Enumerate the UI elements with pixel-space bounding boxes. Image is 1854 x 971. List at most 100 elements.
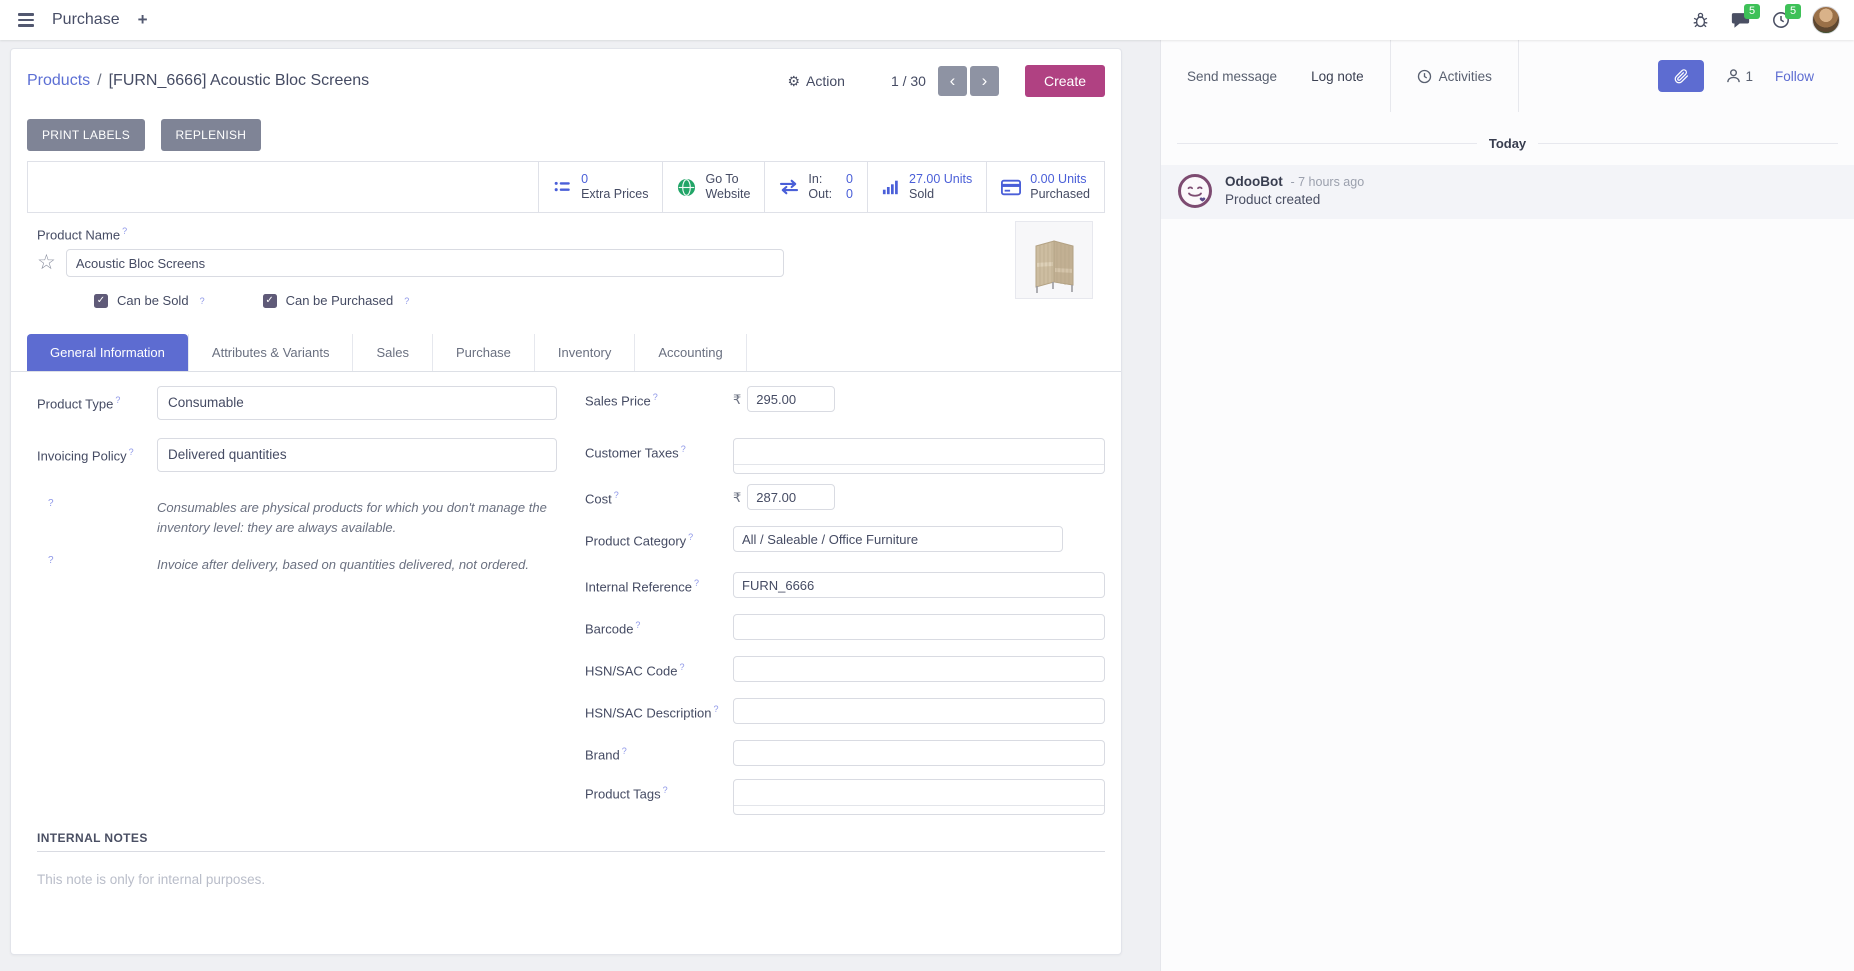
pager-next-button[interactable]: › bbox=[970, 66, 999, 96]
apps-menu-icon[interactable] bbox=[14, 9, 38, 31]
extra-prices-button[interactable]: 0 Extra Prices bbox=[538, 162, 662, 212]
pager-counter: 1 / 30 bbox=[891, 73, 926, 89]
activities-clock-icon[interactable]: 5 bbox=[1772, 11, 1790, 29]
favorite-star-icon[interactable]: ☆ bbox=[37, 253, 56, 273]
sales-price-label: Sales Price? bbox=[585, 386, 733, 408]
tab-accounting[interactable]: Accounting bbox=[635, 334, 746, 371]
message-author[interactable]: OdooBot bbox=[1225, 174, 1283, 189]
product-name-label: Product Name? bbox=[37, 226, 1105, 242]
header-buttons: PRINT LABELS REPLENISH bbox=[11, 111, 1121, 151]
internal-reference-label: Internal Reference? bbox=[585, 572, 733, 594]
units-purchased-label: Purchased bbox=[1030, 187, 1090, 202]
product-name-section: Product Name? ☆ bbox=[11, 213, 1121, 308]
message-body: Product created bbox=[1225, 192, 1364, 207]
out-value: 0 bbox=[846, 187, 853, 202]
log-note-button[interactable]: Log note bbox=[1311, 69, 1364, 84]
send-message-button[interactable]: Send message bbox=[1187, 69, 1277, 84]
help-mark: ? bbox=[404, 296, 409, 306]
units-purchased-value: 0.00 Units bbox=[1030, 172, 1090, 187]
followers-button[interactable]: 1 bbox=[1726, 68, 1753, 84]
product-category-input[interactable] bbox=[733, 526, 1063, 552]
gear-icon: ⚙ bbox=[787, 73, 800, 90]
paperclip-icon bbox=[1674, 69, 1689, 84]
app-title[interactable]: Purchase bbox=[52, 11, 120, 29]
today-divider: Today bbox=[1177, 136, 1838, 151]
hsn-sac-description-label: HSN/SAC Description? bbox=[585, 698, 733, 720]
can-be-sold-checkbox[interactable]: ✓ bbox=[94, 294, 108, 308]
cost-input[interactable] bbox=[747, 484, 835, 510]
can-be-purchased-checkbox[interactable]: ✓ bbox=[263, 294, 277, 308]
invoicing-policy-select[interactable]: Delivered quantities bbox=[157, 438, 557, 472]
out-label: Out: bbox=[808, 187, 832, 202]
tab-inventory[interactable]: Inventory bbox=[535, 334, 635, 371]
help-mark: ? bbox=[37, 555, 157, 575]
barcode-label: Barcode? bbox=[585, 614, 733, 636]
invoicing-policy-label: Invoicing Policy? bbox=[37, 438, 157, 463]
sales-price-input[interactable] bbox=[747, 386, 835, 412]
extra-prices-value: 0 bbox=[581, 172, 648, 187]
units-sold-button[interactable]: 27.00 Units Sold bbox=[867, 162, 986, 212]
product-image[interactable] bbox=[1015, 221, 1093, 299]
attach-files-button[interactable] bbox=[1658, 60, 1704, 92]
hsn-sac-code-input[interactable] bbox=[733, 656, 1105, 682]
product-tags-input[interactable] bbox=[733, 779, 1105, 815]
print-labels-button[interactable]: PRINT LABELS bbox=[27, 119, 145, 151]
barcode-input[interactable] bbox=[733, 614, 1105, 640]
extra-prices-label: Extra Prices bbox=[581, 187, 648, 202]
units-purchased-button[interactable]: 0.00 Units Purchased bbox=[986, 162, 1104, 212]
follow-button[interactable]: Follow bbox=[1775, 69, 1814, 84]
pager-previous-button[interactable]: ‹ bbox=[938, 66, 967, 96]
tab-general-information[interactable]: General Information bbox=[27, 334, 188, 371]
notebook-tabs: General Information Attributes & Variant… bbox=[11, 334, 1121, 372]
customer-taxes-input[interactable] bbox=[733, 438, 1105, 474]
new-tab-plus-icon[interactable]: + bbox=[134, 10, 152, 30]
inventory-in-out-button[interactable]: In: 0 Out: 0 bbox=[764, 162, 867, 212]
action-menu-button[interactable]: ⚙ Action bbox=[787, 73, 844, 90]
breadcrumb: Products / [FURN_6666] Acoustic Bloc Scr… bbox=[27, 72, 369, 90]
odoobot-avatar bbox=[1177, 173, 1213, 209]
breadcrumb-current: [FURN_6666] Acoustic Bloc Screens bbox=[109, 72, 370, 90]
product-name-input[interactable] bbox=[66, 249, 784, 277]
product-tags-label: Product Tags? bbox=[585, 779, 733, 801]
help-mark: ? bbox=[37, 498, 157, 538]
hsn-sac-code-label: HSN/SAC Code? bbox=[585, 656, 733, 678]
schedule-activity-button[interactable]: Activities bbox=[1417, 69, 1492, 84]
activities-badge: 5 bbox=[1785, 4, 1801, 19]
brand-input[interactable] bbox=[733, 740, 1105, 766]
can-be-sold-field: ✓ Can be Sold? bbox=[94, 293, 205, 308]
chatter-panel: Send message Log note Activities 1 bbox=[1160, 40, 1854, 971]
messages-badge: 5 bbox=[1744, 4, 1760, 19]
currency-symbol: ₹ bbox=[733, 484, 741, 510]
pricelist-icon bbox=[553, 178, 572, 196]
tab-sales[interactable]: Sales bbox=[353, 334, 433, 371]
form-pane: Products / [FURN_6666] Acoustic Bloc Scr… bbox=[0, 40, 1160, 971]
go-to-website-line1: Go To bbox=[705, 172, 750, 187]
internal-reference-input[interactable] bbox=[733, 572, 1105, 598]
follower-person-icon bbox=[1726, 68, 1741, 84]
chatter-toolbar: Send message Log note Activities 1 bbox=[1161, 40, 1854, 112]
product-type-select[interactable]: Consumable bbox=[157, 386, 557, 420]
control-panel: Products / [FURN_6666] Acoustic Bloc Scr… bbox=[11, 49, 1121, 111]
followers-count: 1 bbox=[1745, 69, 1753, 84]
brand-label: Brand? bbox=[585, 740, 733, 762]
customer-taxes-label: Customer Taxes? bbox=[585, 438, 733, 460]
internal-notes-editor[interactable]: This note is only for internal purposes. bbox=[37, 872, 1105, 887]
tab-purchase[interactable]: Purchase bbox=[433, 334, 535, 371]
user-avatar[interactable] bbox=[1812, 6, 1840, 34]
hsn-sac-description-input[interactable] bbox=[733, 698, 1105, 724]
go-to-website-button[interactable]: Go To Website bbox=[662, 162, 764, 212]
internal-notes-header: INTERNAL NOTES bbox=[37, 831, 1105, 852]
breadcrumb-products-link[interactable]: Products bbox=[27, 72, 90, 90]
bar-chart-icon bbox=[882, 178, 900, 196]
tab-attributes-variants[interactable]: Attributes & Variants bbox=[188, 334, 354, 371]
units-sold-label: Sold bbox=[909, 187, 972, 202]
top-navbar: Purchase + 5 5 bbox=[0, 0, 1854, 40]
messages-icon[interactable]: 5 bbox=[1731, 11, 1750, 29]
action-label: Action bbox=[806, 73, 845, 89]
create-button[interactable]: Create bbox=[1025, 65, 1105, 97]
debug-bug-icon[interactable] bbox=[1692, 11, 1709, 29]
units-sold-value: 27.00 Units bbox=[909, 172, 972, 187]
transfer-arrows-icon bbox=[779, 179, 799, 195]
general-information-tab-content: Product Type? Consumable Invoicing Polic… bbox=[11, 372, 1121, 815]
replenish-button[interactable]: REPLENISH bbox=[161, 119, 262, 151]
